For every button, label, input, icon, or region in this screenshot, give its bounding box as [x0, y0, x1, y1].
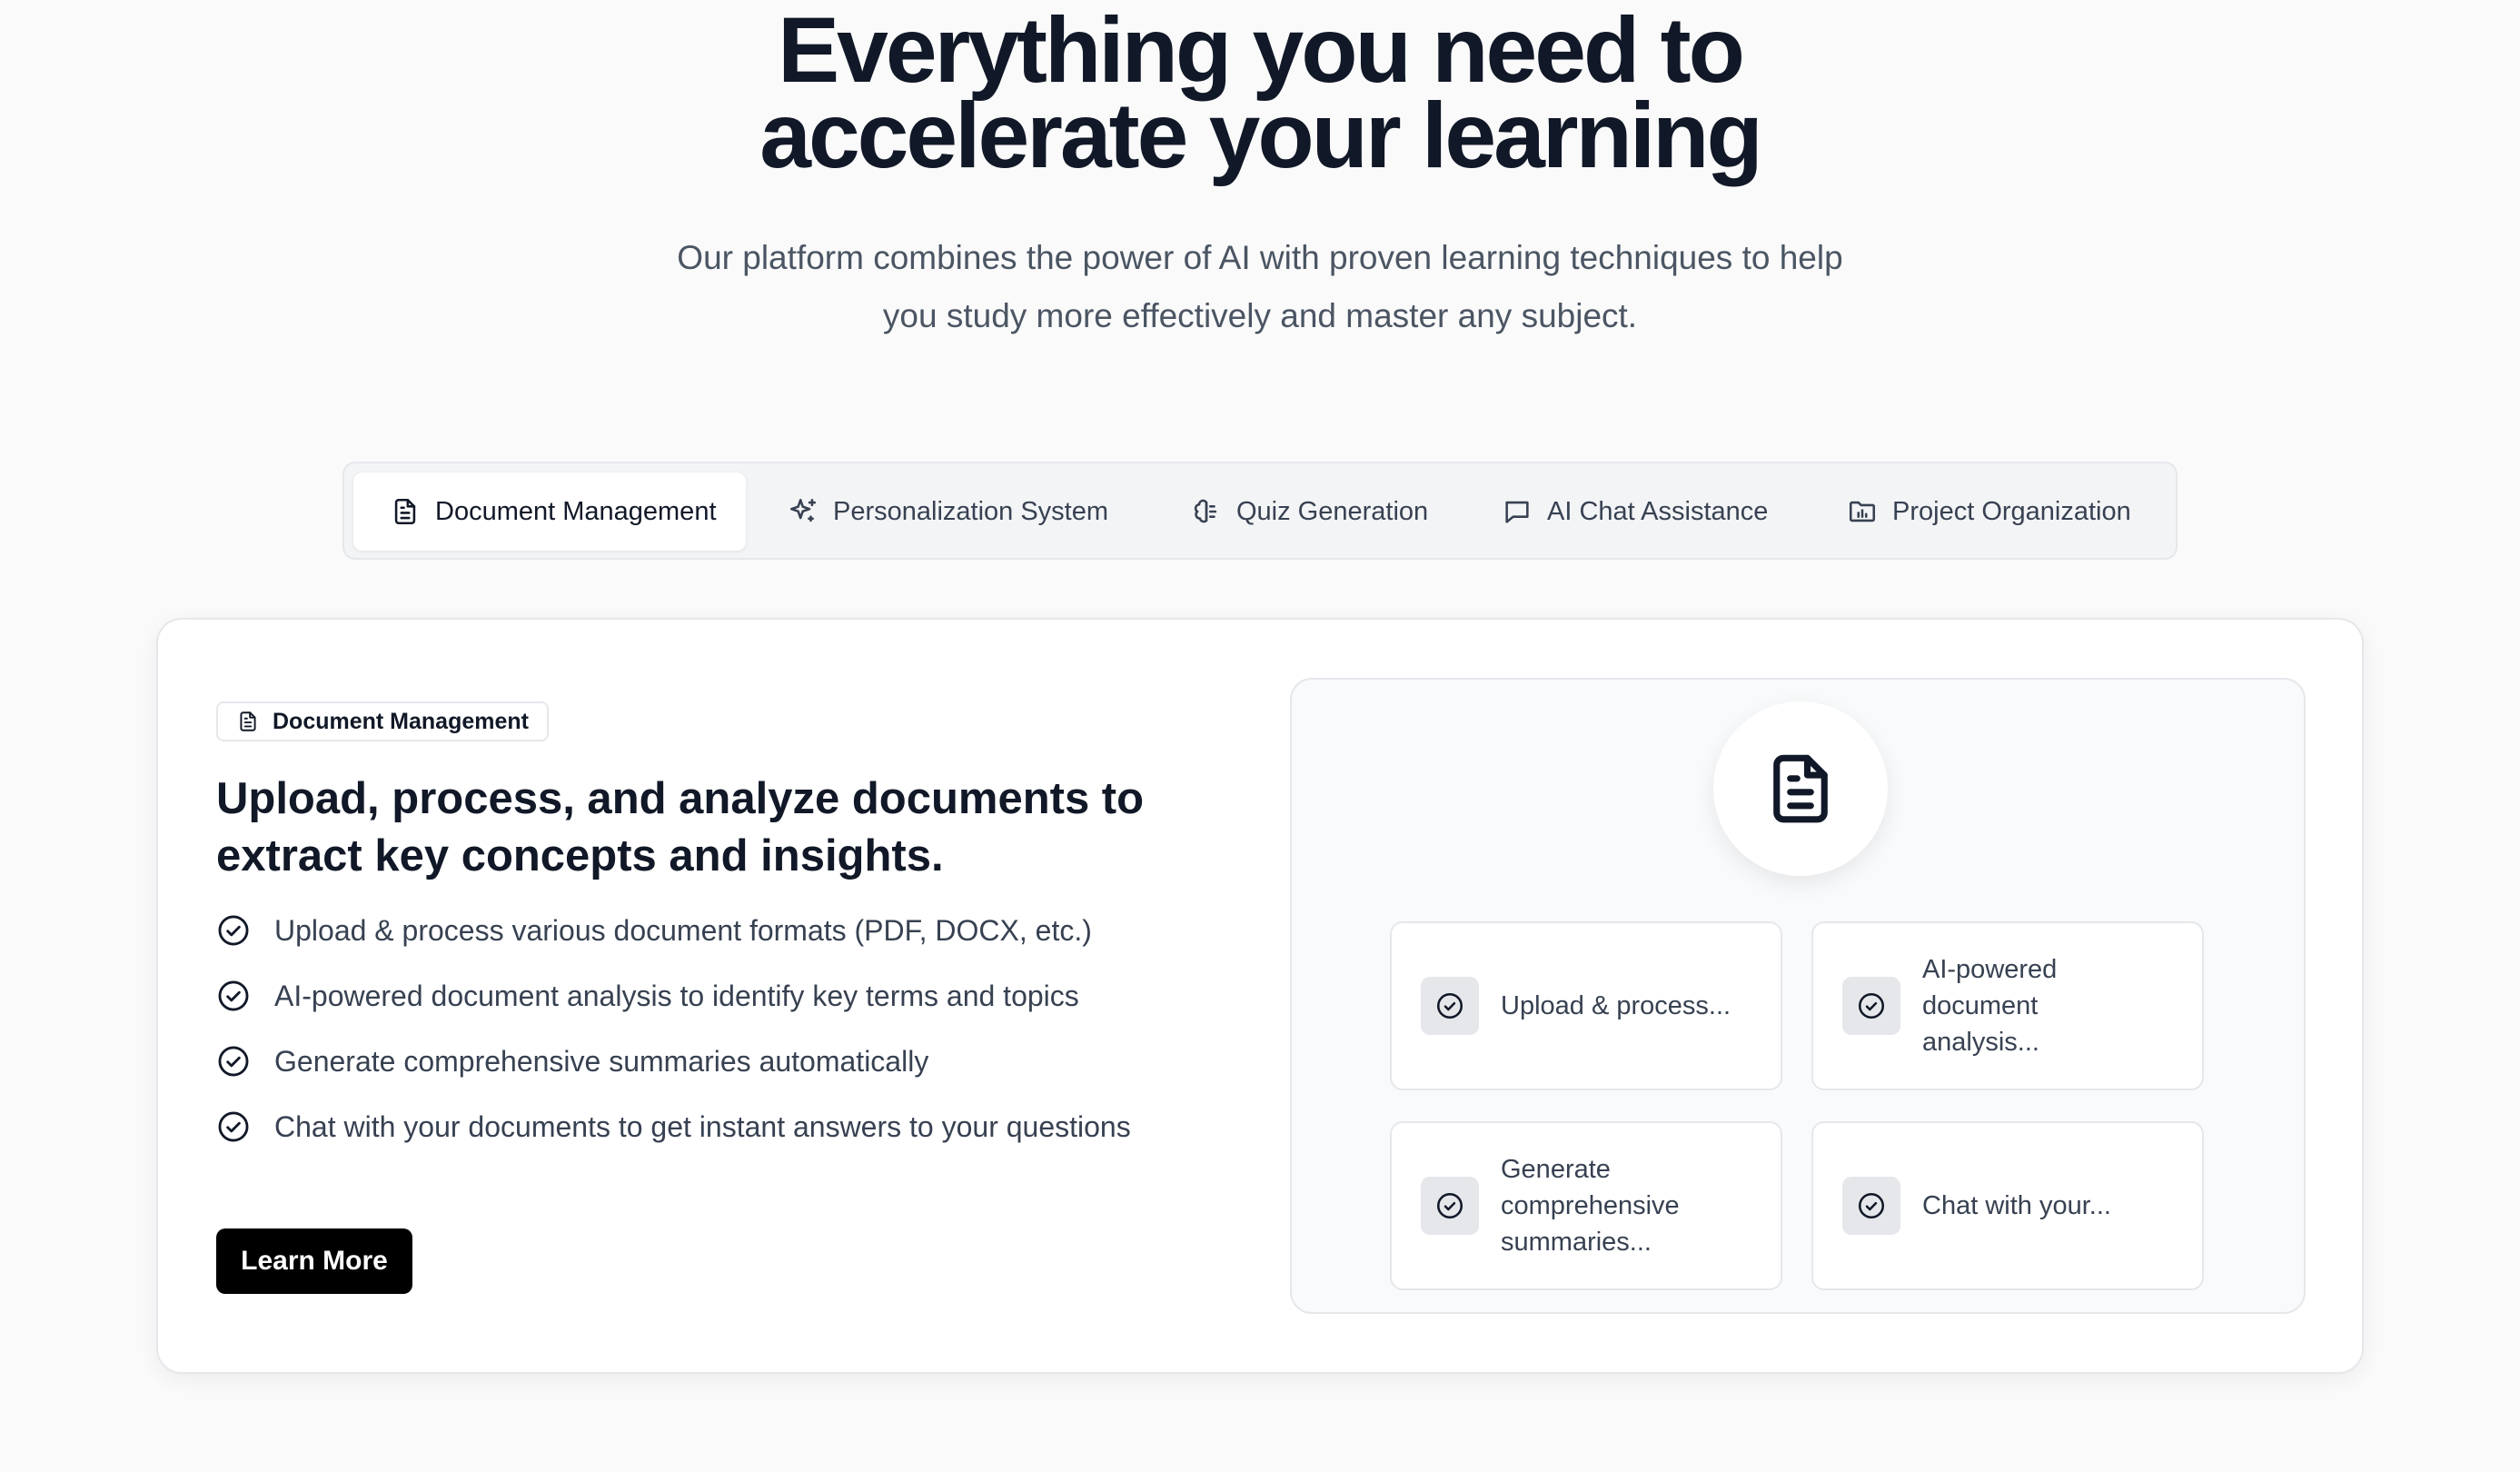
preview-card-text: Upload & process... [1501, 991, 1731, 1020]
check-circle-icon [218, 915, 249, 946]
tab-label: Quiz Generation [1236, 496, 1429, 526]
check-circle-icon [218, 1111, 249, 1142]
preview-card: Generate comprehensive summaries... [1390, 1121, 1782, 1290]
preview-card: AI-powered document analysis... [1811, 921, 2204, 1090]
check-circle-icon [1421, 1177, 1479, 1235]
document-icon [394, 498, 416, 525]
tab-quiz-generation[interactable]: Quiz Generation [1191, 472, 1428, 551]
list-item-text: Generate comprehensive summaries automat… [274, 1044, 929, 1078]
feature-heading-line1: Upload, process, and analyze documents t… [216, 774, 1145, 823]
hero-subtitle-line2: you study more effectively and master an… [882, 297, 1638, 334]
tab-project-organization[interactable]: Project Organization [1847, 472, 2131, 551]
feature-card: Document Management Upload, process, and… [156, 618, 2364, 1374]
learn-more-button[interactable]: Learn More [216, 1228, 412, 1294]
list-item: Chat with your documents to get instant … [216, 1094, 1306, 1159]
check-circle-icon [1842, 1177, 1900, 1235]
feature-heading-line2: extract key concepts and insights. [216, 831, 944, 880]
folder-chart-icon [1849, 501, 1876, 522]
hero-title: Everything you need to accelerate your l… [0, 4, 2520, 182]
feature-badge: Document Management [216, 701, 549, 741]
check-circle-icon [218, 1046, 249, 1077]
document-illustration [1713, 701, 1888, 876]
hero-subtitle-line1: Our platform combines the power of AI wi… [677, 239, 1843, 276]
feature-tabs: Document Management Personalization Syst… [342, 462, 2178, 560]
feature-badge-label: Document Management [273, 708, 529, 734]
list-item: Generate comprehensive summaries automat… [216, 1029, 1306, 1094]
tab-document-management[interactable]: Document Management [353, 472, 746, 551]
preview-card: Upload & process... [1390, 921, 1782, 1090]
tab-label: Project Organization [1892, 496, 2131, 526]
hero-subtitle: Our platform combines the power of AI wi… [624, 229, 1896, 345]
document-icon [240, 711, 256, 731]
list-item: Upload & process various document format… [216, 898, 1306, 963]
feature-list: Upload & process various document format… [216, 898, 1306, 1159]
list-item-text: Chat with your documents to get instant … [274, 1109, 1131, 1143]
check-circle-icon [1842, 977, 1900, 1035]
features-section: Everything you need to accelerate your l… [0, 0, 2520, 1472]
tab-label: Document Management [435, 496, 717, 526]
feature-heading: Upload, process, and analyze documents t… [216, 771, 1215, 885]
tab-label: AI Chat Assistance [1547, 496, 1769, 526]
list-item-text: Upload & process various document format… [274, 913, 1092, 947]
list-item-text: AI-powered document analysis to identify… [274, 979, 1079, 1012]
check-circle-icon [218, 980, 249, 1011]
sparkles-icon [789, 498, 817, 522]
tab-ai-chat-assistance[interactable]: AI Chat Assistance [1502, 472, 1768, 551]
preview-card-text: Generate comprehensive summaries... [1501, 1155, 1680, 1257]
tab-personalization-system[interactable]: Personalization System [788, 472, 1108, 551]
list-item: AI-powered document analysis to identify… [216, 963, 1306, 1029]
chat-icon [1505, 501, 1529, 523]
tab-label: Personalization System [833, 496, 1109, 526]
brain-icon [1194, 499, 1217, 523]
document-icon [1773, 754, 1828, 823]
preview-card-text: Chat with your... [1922, 1191, 2111, 1220]
feature-preview-panel: Upload & process... AI-powered document … [1290, 678, 2306, 1314]
check-circle-icon [1421, 977, 1479, 1035]
hero-title-line2: accelerate your learning [759, 84, 1763, 187]
preview-card: Chat with your... [1811, 1121, 2204, 1290]
preview-card-text: AI-powered document analysis... [1922, 955, 2058, 1057]
